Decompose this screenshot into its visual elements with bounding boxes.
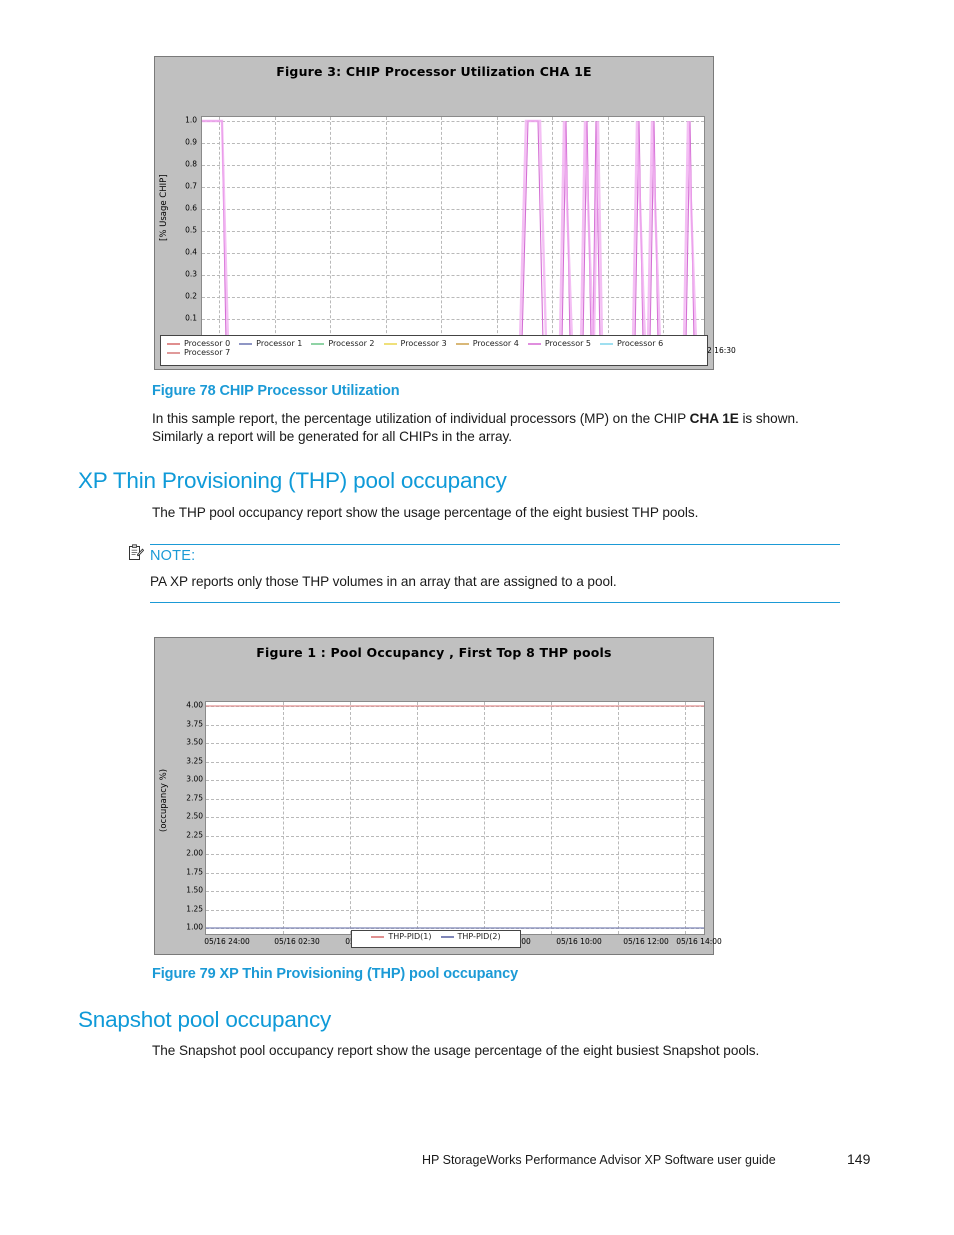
y-tick-label: 1.0 [185,115,197,125]
y-tick-label: 0.1 [185,313,197,323]
legend-swatch-icon [311,342,325,345]
y-axis-ticks: 1.0 0.9 0.8 0.7 0.6 0.5 0.4 0.3 0.2 0.1 … [171,84,197,345]
chart-legend: Processor 0 Processor 1 Processor 2 Proc… [160,335,708,366]
y-tick-label: 0.9 [185,137,197,147]
section-heading-snapshot-pool-occupancy: Snapshot pool occupancy [78,1007,332,1032]
legend-item-thp-pid-2: THP-PID(2) [440,932,501,941]
legend-item-processor-5: Processor 5 [527,339,592,348]
plot-area [205,701,705,935]
y-tick-label: 0.4 [185,247,197,257]
legend-item-processor-2: Processor 2 [311,339,375,348]
figure-pool-occupancy: Figure 1 : Pool Occupancy , First Top 8 … [154,637,722,955]
plot-area [201,116,705,344]
y-tick-label: 0.7 [185,181,197,191]
figure-78-description-part3: is [738,411,753,426]
chart-body: [% Usage CHIP] 1.0 0.9 0.8 0.7 0.6 0.5 0… [155,84,736,356]
footer-guide-title: HP StorageWorks Performance Advisor XP S… [422,1153,776,1167]
y-tick-label: 0.6 [185,203,197,213]
y-tick-label: 0.5 [185,225,197,235]
footer-page-number: 149 [847,1151,871,1167]
x-tick-label: 05/16 10:00 [556,937,602,946]
legend-swatch-icon [455,342,469,345]
y-tick-label: 0.8 [185,159,197,169]
x-tick-label: 05/16 12:00 [623,937,669,946]
note-top-rule [150,544,840,545]
legend-swatch-icon [383,342,397,345]
y-tick-label: 2.25 [186,830,203,839]
y-axis-label: [% Usage CHIP] [159,174,169,242]
y-tick-label: 0.2 [185,291,197,301]
y-tick-label: 2.50 [186,811,203,821]
note-text: PA XP reports only those THP volumes in … [150,574,617,589]
legend-label: THP-PID(1) [388,932,432,941]
legend-swatch-icon [167,342,180,345]
y-tick-label: 1.00 [186,922,203,932]
legend-label: Processor 1 [256,339,303,348]
legend-label: Processor 4 [472,339,519,348]
y-tick-label: 0.3 [185,269,197,279]
legend-swatch-icon [440,935,454,938]
note-clipboard-icon [128,544,145,561]
series-lines-group [206,705,704,929]
legend-label: Processor 2 [328,339,375,348]
y-tick-label: 4.00 [186,700,203,710]
figure-chip-processor-utilization: Figure 3: CHIP Processor Utilization CHA… [154,56,736,370]
y-tick-label: 3.00 [186,774,203,784]
legend-label: Processor 6 [617,339,664,348]
legend-item-processor-7: Processor 7 [167,348,230,357]
legend-label: THP-PID(2) [457,932,501,941]
x-tick-label: 05/16 02:30 [274,937,320,946]
legend-label: Processor 5 [544,339,592,348]
legend-item-processor-3: Processor 3 [383,339,447,348]
y-tick-label: 1.75 [186,867,203,876]
figure-79-caption: Figure 79 XP Thin Provisioning (THP) poo… [152,966,519,982]
note-bottom-rule [150,602,840,603]
x-tick-label: 05/16 14:00 [676,937,722,946]
document-page: Figure 3: CHIP Processor Utilization CHA… [0,0,954,1235]
chart-title: Figure 3: CHIP Processor Utilization CHA… [276,64,592,79]
y-tick-label: 3.50 [186,737,203,747]
note-callout: NOTE: PA XP reports only those THP volum… [128,540,840,604]
y-tick-label: 3.75 [186,719,203,728]
legend-item-processor-6: Processor 6 [600,339,663,348]
legend-swatch-icon [600,342,614,345]
chip-name-emphasis: CHA 1E [689,411,739,426]
section-thp-paragraph: The THP pool occupancy report show the u… [152,505,699,520]
chart-legend: THP-PID(1) THP-PID(2) [351,930,521,948]
section-snapshot-paragraph: The Snapshot pool occupancy report show … [152,1043,760,1058]
y-tick-label: 1.25 [186,904,203,913]
y-tick-label: 3.25 [186,756,203,765]
y-axis-ticks: 4.00 3.75 3.50 3.25 3.00 2.75 2.50 2.25 … [169,665,203,932]
figure-78-description-part1: In this sample report, the percentage ut… [152,411,690,426]
legend-label: Processor 3 [400,339,447,348]
legend-item-processor-4: Processor 4 [455,339,519,348]
legend-item-thp-pid-1: THP-PID(1) [371,932,432,941]
x-tick-label: 05/16 24:00 [204,937,250,946]
chart-body: (occupancy %) 4.00 3.75 3.50 3.25 3.00 2… [155,665,722,947]
legend-swatch-icon [527,342,541,345]
legend-item-processor-1: Processor 1 [239,339,302,348]
legend-swatch-icon [371,935,385,938]
legend-label: Processor 7 [184,348,231,357]
figure-78-caption: Figure 78 CHIP Processor Utilization [152,383,400,399]
section-heading-thp-pool-occupancy: XP Thin Provisioning (THP) pool occupanc… [78,468,507,493]
legend-item-processor-0: Processor 0 [167,339,230,348]
series-baseline-group [202,340,704,342]
y-tick-label: 2.75 [186,793,203,802]
y-tick-label: 2.00 [186,848,203,858]
note-label: NOTE: [150,548,196,564]
legend-swatch-icon [167,351,180,354]
figure-78-description: In this sample report, the percentage ut… [152,410,842,446]
chart-title: Figure 1 : Pool Occupancy , First Top 8 … [256,645,612,660]
legend-swatch-icon [239,342,253,345]
y-tick-label: 1.50 [186,885,203,895]
legend-label: Processor 0 [184,339,231,348]
